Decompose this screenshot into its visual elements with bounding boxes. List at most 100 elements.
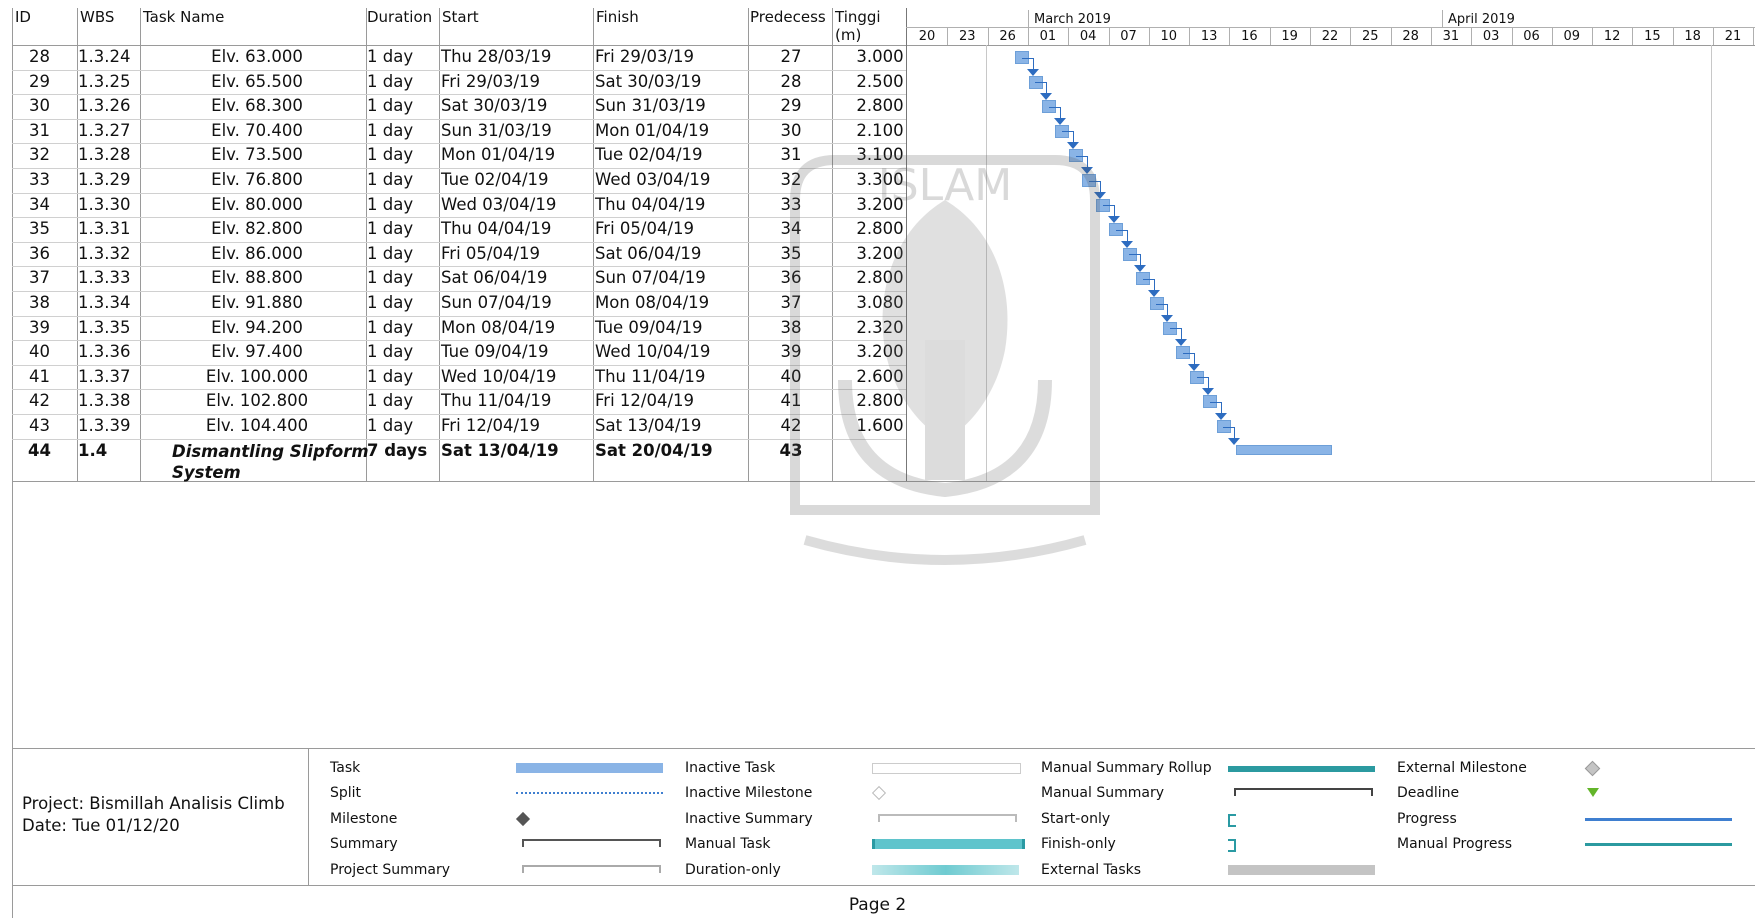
table-row[interactable]: 40 1.3.36 Elv. 97.400 1 day Tue 09/04/19 Wed …	[12, 340, 906, 366]
cell-finish: Wed 10/04/19	[595, 342, 711, 362]
table-row[interactable]: 38 1.3.34 Elv. 91.880 1 day Sun 07/04/19 Mon …	[12, 291, 906, 317]
project-date: Date: Tue 01/12/20	[22, 816, 180, 835]
legend-inactive-summary-icon	[872, 814, 1017, 822]
legend-label: Summary	[330, 836, 398, 852]
cell-start: Tue 09/04/19	[441, 342, 549, 362]
col-header-duration[interactable]: Duration	[367, 8, 432, 26]
table-row[interactable]: 42 1.3.38 Elv. 102.800 1 day Thu 11/04/19 Fri…	[12, 389, 906, 415]
cell-tinggi: 3.200	[856, 194, 904, 214]
cell-duration: 1 day	[367, 391, 414, 411]
timescale-month: April 2019	[1448, 12, 1515, 27]
cell-name: Elv. 63.000	[211, 47, 303, 66]
cell-duration: 1 day	[367, 219, 414, 239]
cell-start: Mon 01/04/19	[441, 145, 556, 165]
cell-duration: 1 day	[367, 71, 414, 91]
cell-pred: 42	[780, 416, 802, 435]
cell-tinggi: 3.000	[856, 47, 904, 66]
cell-finish: Mon 08/04/19	[595, 293, 710, 312]
legend-external-tasks-icon	[1228, 865, 1375, 875]
legend-progress-icon	[1585, 814, 1732, 821]
cell-duration: 1 day	[367, 96, 414, 116]
col-header-tinggi[interactable]: Tinggi (m)	[835, 8, 881, 44]
cell-wbs: 1.3.27	[78, 120, 131, 140]
col-header-finish[interactable]: Finish	[596, 8, 639, 26]
col-header-task-name[interactable]: Task Name	[143, 8, 224, 26]
table-row[interactable]: 41 1.3.37 Elv. 100.000 1 day Wed 10/04/19 Thu…	[12, 365, 906, 391]
table-row[interactable]: 32 1.3.28 Elv. 73.500 1 day Mon 01/04/19 Tue …	[12, 143, 906, 169]
legend-label: Progress	[1397, 811, 1457, 827]
legend-finish-only-icon	[1228, 839, 1236, 852]
cell-start: Wed 10/04/19	[441, 366, 557, 386]
table-row[interactable]: 39 1.3.35 Elv. 94.200 1 day Mon 08/04/19 Tue …	[12, 316, 906, 342]
cell-wbs: 1.3.35	[78, 317, 131, 337]
cell-tinggi: 2.500	[856, 71, 904, 91]
cell-name: Elv. 73.500	[211, 145, 303, 165]
cell-duration: 1 day	[367, 293, 414, 312]
cell-wbs: 1.3.32	[78, 243, 131, 263]
gantt-gridline	[1711, 45, 1712, 481]
cell-duration: 1 day	[367, 243, 414, 263]
cell-start: Wed 03/04/19	[441, 194, 557, 214]
table-row[interactable]: 43 1.3.39 Elv. 104.400 1 day Fri 12/04/19 Sat…	[12, 414, 906, 440]
cell-name: Elv. 88.800	[211, 268, 303, 288]
table-row[interactable]: 34 1.3.30 Elv. 80.000 1 day Wed 03/04/19 Thu …	[12, 193, 906, 219]
cell-id: 44	[28, 440, 51, 460]
timescale-month: March 2019	[1034, 12, 1111, 27]
timescale-month-divider	[1028, 10, 1029, 27]
legend-duration-only-icon	[872, 865, 1019, 875]
cell-finish: Sat 06/04/19	[595, 243, 702, 263]
cell-name: Elv. 100.000	[205, 366, 309, 386]
cell-pred: 28	[780, 71, 802, 91]
table-row[interactable]: 29 1.3.25 Elv. 65.500 1 day Fri 29/03/19 Sat …	[12, 70, 906, 96]
legend-label: Split	[330, 785, 362, 801]
table-row[interactable]: 35 1.3.31 Elv. 82.800 1 day Thu 04/04/19 Fri …	[12, 217, 906, 243]
cell-pred: 35	[780, 243, 802, 263]
legend-label: Manual Summary Rollup	[1041, 760, 1212, 776]
table-row[interactable]: 37 1.3.33 Elv. 88.800 1 day Sat 06/04/19 Sun …	[12, 266, 906, 292]
table-row[interactable]: 31 1.3.27 Elv. 70.400 1 day Sun 31/03/19 Mon …	[12, 119, 906, 145]
legend-label: Duration-only	[685, 862, 781, 878]
cell-pred: 29	[780, 96, 802, 116]
table-row[interactable]: 36 1.3.32 Elv. 86.000 1 day Fri 05/04/19 Sat …	[12, 242, 906, 268]
cell-pred: 36	[780, 268, 802, 288]
col-header-wbs[interactable]: WBS	[80, 8, 114, 26]
timescale-day: 01	[1039, 29, 1057, 44]
project-name: Project: Bismillah Analisis Climb	[22, 794, 285, 813]
cell-wbs: 1.3.28	[78, 145, 131, 165]
cell-tinggi: 2.100	[856, 120, 904, 140]
dependency-link	[1115, 229, 1128, 243]
legend-inactive-milestone-icon	[871, 785, 887, 801]
col-header-id[interactable]: ID	[15, 8, 31, 26]
dependency-link	[1169, 328, 1182, 342]
table-row[interactable]: 28 1.3.24 Elv. 63.000 1 day Thu 28/03/19 Fri …	[12, 45, 906, 71]
cell-duration: 1 day	[367, 268, 414, 288]
cell-id: 38	[29, 293, 50, 312]
legend-label: External Milestone	[1397, 760, 1527, 776]
timescale-day: 15	[1644, 29, 1661, 44]
table-row[interactable]: 33 1.3.29 Elv. 76.800 1 day Tue 02/04/19 Wed …	[12, 168, 906, 194]
legend-top	[12, 748, 1755, 749]
cell-finish: Sun 31/03/19	[595, 96, 706, 116]
table-row[interactable]: 44 1.4 Dismantling Slipform System 7 days Sa…	[12, 439, 906, 485]
cell-duration: 1 day	[367, 47, 414, 66]
col-header-start[interactable]: Start	[442, 8, 479, 26]
cell-start: Thu 11/04/19	[441, 391, 552, 411]
legend-task-icon	[516, 763, 663, 773]
cell-duration: 1 day	[367, 194, 414, 214]
legend-label: Finish-only	[1041, 836, 1116, 852]
gantt-task-bar[interactable]	[1236, 444, 1333, 455]
table-row[interactable]: 30 1.3.26 Elv. 68.300 1 day Sat 30/03/19 Sun …	[12, 94, 906, 120]
cell-id: 37	[29, 268, 50, 288]
cell-id: 43	[29, 416, 50, 435]
dependency-link	[1142, 279, 1155, 292]
col-header-predecessors[interactable]: Predecess	[750, 8, 826, 26]
legend-label: Manual Task	[685, 836, 771, 852]
timescale-day: 13	[1200, 29, 1218, 44]
cell-start: Sun 07/04/19	[441, 293, 552, 312]
timescale-tick	[1753, 27, 1755, 45]
cell-pred: 43	[779, 440, 803, 460]
cell-start: Thu 28/03/19	[441, 47, 552, 66]
cell-pred: 41	[780, 391, 802, 411]
timescale-day: 16	[1241, 29, 1258, 44]
timescale-day: 18	[1684, 29, 1701, 44]
